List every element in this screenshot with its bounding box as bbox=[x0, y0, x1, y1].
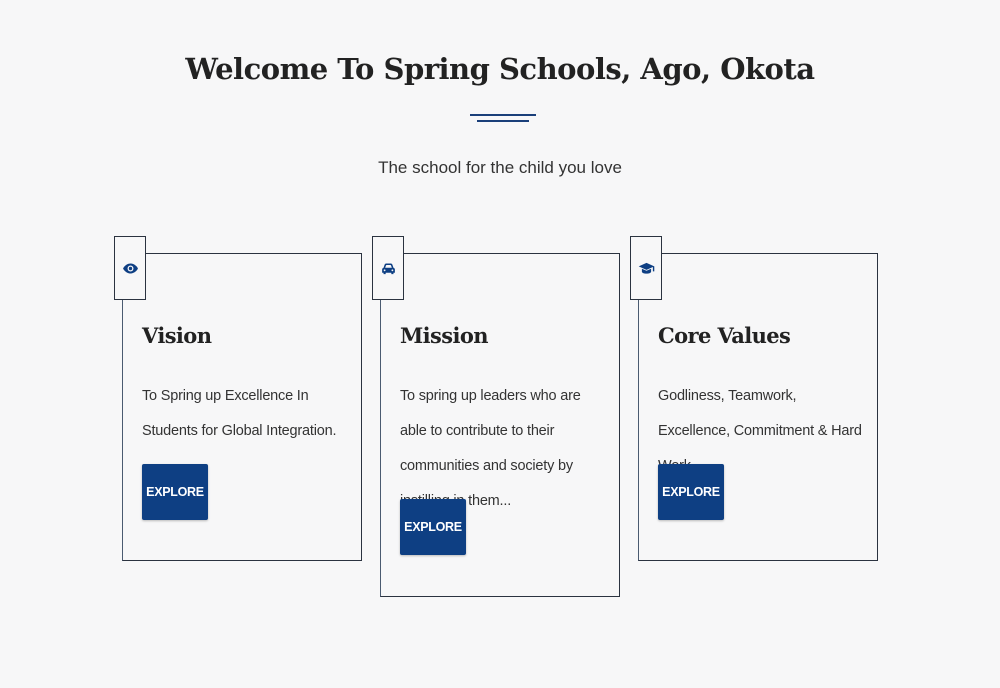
mission-card: Mission To spring up leaders who are abl… bbox=[372, 236, 620, 597]
vision-heading: Vision bbox=[142, 323, 212, 348]
mission-explore-button[interactable]: EXPLORE bbox=[400, 499, 466, 555]
core-values-card: Core Values Godliness, Teamwork, Excelle… bbox=[630, 236, 878, 561]
vision-icon-box bbox=[114, 236, 146, 300]
vision-explore-button[interactable]: EXPLORE bbox=[142, 464, 208, 520]
core-values-icon-box bbox=[630, 236, 662, 300]
car-icon bbox=[381, 263, 395, 274]
core-values-explore-button[interactable]: EXPLORE bbox=[658, 464, 724, 520]
title-divider bbox=[470, 114, 536, 128]
vision-card: Vision To Spring up Excellence In Studen… bbox=[114, 236, 362, 561]
mission-text: To spring up leaders who are able to con… bbox=[400, 388, 581, 509]
page-subtitle: The school for the child you love bbox=[378, 158, 622, 177]
page-title: Welcome To Spring Schools, Ago, Okota bbox=[185, 52, 815, 86]
eye-icon bbox=[122, 263, 138, 273]
vision-text: To Spring up Excellence In Students for … bbox=[142, 388, 337, 439]
core-values-heading: Core Values bbox=[658, 323, 791, 348]
graduation-cap-icon bbox=[638, 262, 654, 274]
mission-icon-box bbox=[372, 236, 404, 300]
mission-heading: Mission bbox=[400, 323, 489, 348]
